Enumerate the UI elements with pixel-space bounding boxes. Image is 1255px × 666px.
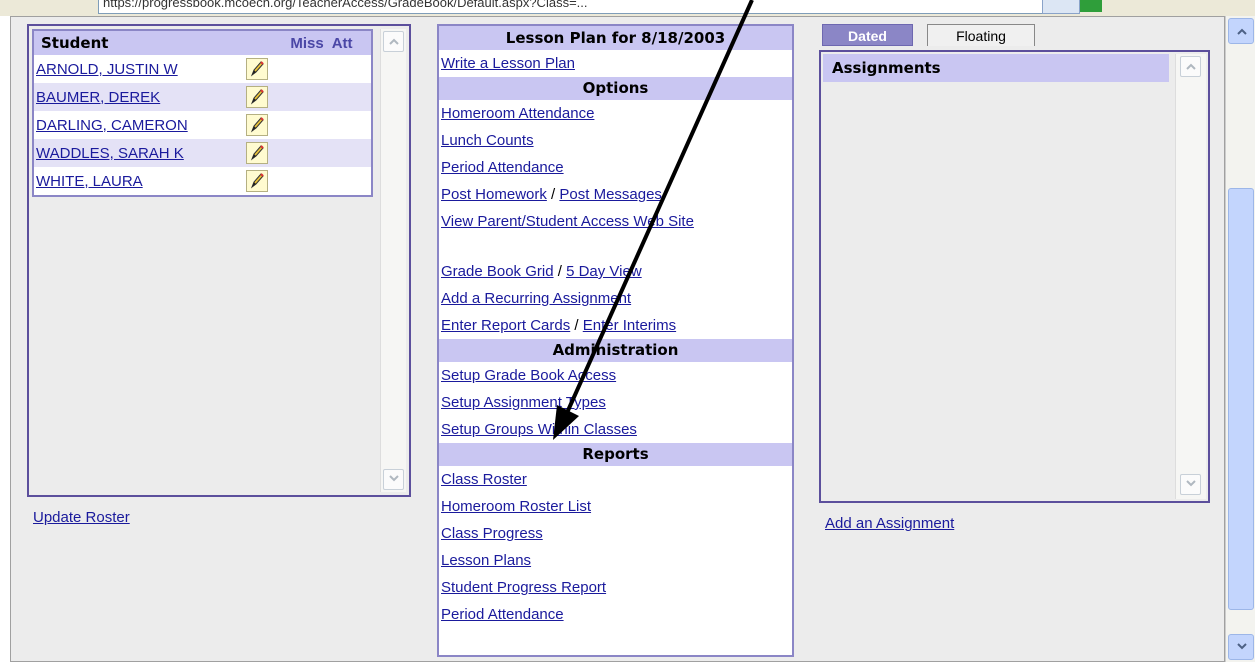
- miss-column-header: Miss: [290, 34, 324, 52]
- homeroom-attendance-link[interactable]: Homeroom Attendance: [441, 105, 594, 122]
- pencil-icon[interactable]: [246, 170, 268, 192]
- link-separator: /: [570, 317, 583, 334]
- update-roster-link[interactable]: Update Roster: [33, 509, 130, 526]
- enter-report-cards-link[interactable]: Enter Report Cards: [441, 317, 570, 334]
- lesson-plan-panel: Lesson Plan for 8/18/2003 Write a Lesson…: [437, 24, 794, 657]
- view-parent-student-site-link[interactable]: View Parent/Student Access Web Site: [441, 213, 694, 230]
- assignments-scrollbar[interactable]: [1175, 54, 1206, 499]
- student-column-header: Student: [41, 34, 109, 52]
- student-progress-report-link[interactable]: Student Progress Report: [441, 579, 606, 596]
- lesson-link-row: Setup Grade Book Access: [439, 362, 792, 389]
- add-assignment-link[interactable]: Add an Assignment: [825, 515, 954, 532]
- lesson-link-row: Student Progress Report: [439, 574, 792, 601]
- att-column-header: Att: [331, 34, 353, 52]
- lunch-counts-link[interactable]: Lunch Counts: [441, 132, 534, 149]
- address-bar-strip: https://progressbook.mcoecn.org/TeacherA…: [0, 0, 1255, 16]
- student-name-link[interactable]: BAUMER, DEREK: [34, 89, 244, 106]
- enter-interims-link[interactable]: Enter Interims: [583, 317, 676, 334]
- student-row: BAUMER, DEREK: [34, 83, 371, 111]
- post-homework-link[interactable]: Post Homework: [441, 186, 547, 203]
- pencil-icon[interactable]: [246, 142, 268, 164]
- administration-section-header: Administration: [439, 339, 792, 362]
- assignments-header: Assignments: [823, 54, 1169, 82]
- student-row: ARNOLD, JUSTIN W: [34, 55, 371, 83]
- lesson-link-row: Add a Recurring Assignment: [439, 285, 792, 312]
- lesson-link-row: Period Attendance: [439, 154, 792, 181]
- page-scrollbar[interactable]: [1225, 16, 1255, 662]
- scroll-down-icon[interactable]: [383, 469, 404, 490]
- setup-groups-within-classes-link[interactable]: Setup Groups Within Classes: [441, 421, 637, 438]
- period-attendance-report-link[interactable]: Period Attendance: [441, 606, 564, 623]
- lesson-link-row: Grade Book Grid / 5 Day View: [439, 258, 792, 285]
- student-row: WADDLES, SARAH K: [34, 139, 371, 167]
- lesson-link-row: Lunch Counts: [439, 127, 792, 154]
- student-table-header: Student Miss Att: [34, 31, 371, 55]
- address-dropdown-button[interactable]: [1042, 0, 1080, 14]
- lesson-link-row: Write a Lesson Plan: [439, 50, 792, 77]
- pencil-icon[interactable]: [246, 114, 268, 136]
- student-name-link[interactable]: ARNOLD, JUSTIN W: [34, 61, 244, 78]
- go-icon[interactable]: [1080, 0, 1102, 12]
- scrollbar-thumb[interactable]: [1228, 188, 1254, 610]
- lesson-link-row: Class Progress: [439, 520, 792, 547]
- address-field[interactable]: https://progressbook.mcoecn.org/TeacherA…: [98, 0, 1044, 14]
- lesson-link-row: Class Roster: [439, 466, 792, 493]
- lesson-link-row: Setup Groups Within Classes: [439, 416, 792, 443]
- scroll-down-icon[interactable]: [1228, 634, 1254, 660]
- lesson-link-row: View Parent/Student Access Web Site: [439, 208, 792, 258]
- reports-section-header: Reports: [439, 443, 792, 466]
- link-separator: /: [546, 186, 560, 203]
- lesson-link-row: Lesson Plans: [439, 547, 792, 574]
- student-name-link[interactable]: WHITE, LAURA: [34, 173, 244, 190]
- assignments-panel: Assignments: [819, 50, 1210, 503]
- student-name-link[interactable]: WADDLES, SARAH K: [34, 145, 244, 162]
- lesson-link-row: Homeroom Attendance: [439, 100, 792, 127]
- five-day-view-link[interactable]: 5 Day View: [566, 263, 642, 280]
- student-row: WHITE, LAURA: [34, 167, 371, 195]
- lesson-link-row: Homeroom Roster List: [439, 493, 792, 520]
- student-table: Student Miss Att ARNOLD, JUSTIN W BAUMER…: [32, 29, 373, 197]
- add-recurring-assignment-link[interactable]: Add a Recurring Assignment: [441, 290, 631, 307]
- lesson-link-row: Setup Assignment Types: [439, 389, 792, 416]
- lesson-plans-link[interactable]: Lesson Plans: [441, 552, 531, 569]
- lesson-link-row: Post Homework / Post Messages: [439, 181, 792, 208]
- tab-dated[interactable]: Dated: [822, 24, 913, 46]
- post-messages-link[interactable]: Post Messages: [559, 186, 662, 203]
- student-list-scrollbar[interactable]: [380, 29, 406, 492]
- options-section-header: Options: [439, 77, 792, 100]
- student-name-link[interactable]: DARLING, CAMERON: [34, 117, 244, 134]
- setup-grade-book-access-link[interactable]: Setup Grade Book Access: [441, 367, 616, 384]
- period-attendance-link[interactable]: Period Attendance: [441, 159, 564, 176]
- student-row: DARLING, CAMERON: [34, 111, 371, 139]
- class-progress-link[interactable]: Class Progress: [441, 525, 543, 542]
- scroll-down-icon[interactable]: [1180, 474, 1201, 495]
- homeroom-roster-list-link[interactable]: Homeroom Roster List: [441, 498, 591, 515]
- setup-assignment-types-link[interactable]: Setup Assignment Types: [441, 394, 606, 411]
- lesson-link-row: Enter Report Cards / Enter Interims: [439, 312, 792, 339]
- tab-floating[interactable]: Floating: [927, 24, 1035, 46]
- write-lesson-plan-link[interactable]: Write a Lesson Plan: [441, 55, 575, 72]
- scroll-up-icon[interactable]: [1228, 18, 1254, 44]
- scroll-up-icon[interactable]: [383, 31, 404, 52]
- pencil-icon[interactable]: [246, 58, 268, 80]
- scroll-up-icon[interactable]: [1180, 56, 1201, 77]
- class-roster-link[interactable]: Class Roster: [441, 471, 527, 488]
- link-separator: /: [553, 263, 567, 280]
- grade-book-grid-link[interactable]: Grade Book Grid: [441, 263, 554, 280]
- lesson-link-row: Period Attendance: [439, 601, 792, 628]
- student-roster-panel: Student Miss Att ARNOLD, JUSTIN W BAUMER…: [27, 24, 411, 497]
- lesson-plan-title: Lesson Plan for 8/18/2003: [439, 26, 792, 50]
- pencil-icon[interactable]: [246, 86, 268, 108]
